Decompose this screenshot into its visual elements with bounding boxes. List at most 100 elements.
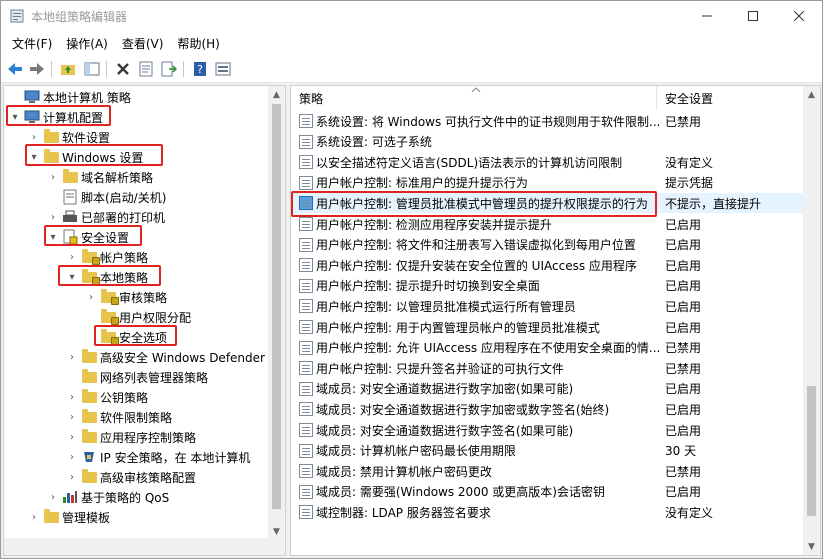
tree-item-label: 域名解析策略: [81, 170, 154, 185]
column-header-setting[interactable]: 安全设置: [665, 86, 805, 110]
collapse-icon[interactable]: ▾: [8, 110, 22, 124]
tree-item[interactable]: › 审核策略: [84, 287, 167, 307]
expand-icon[interactable]: ›: [65, 250, 79, 264]
policy-row[interactable]: 用户帐户控制: 标准用户的提升提示行为 提示凭据: [291, 173, 805, 193]
policy-row[interactable]: 用户帐户控制: 允许 UIAccess 应用程序在不使用安全桌面的情... 已禁用: [291, 338, 805, 358]
tree-item[interactable]: › 基于策略的 QoS: [46, 487, 169, 507]
tree-item[interactable]: ▾ Windows 设置: [27, 147, 143, 167]
menu-help[interactable]: 帮助(H): [171, 32, 225, 55]
policy-row[interactable]: 用户帐户控制: 提示提升时切换到安全桌面 已启用: [291, 276, 805, 296]
expand-icon[interactable]: ›: [65, 430, 79, 444]
policy-name: 用户帐户控制: 提示提升时切换到安全桌面: [316, 279, 540, 294]
folder-icon: [81, 388, 97, 405]
scroll-down-icon[interactable]: ▼: [803, 538, 820, 555]
policy-row[interactable]: 域成员: 需要强(Windows 2000 或更高版本)会话密钥 已启用: [291, 482, 805, 502]
policy-row[interactable]: 域成员: 对安全通道数据进行数字签名(如果可能) 已启用: [291, 420, 805, 440]
tree-horizontal-scrollbar[interactable]: [4, 538, 285, 555]
expand-icon[interactable]: ›: [65, 470, 79, 484]
minimize-button[interactable]: [684, 1, 730, 31]
tree-item[interactable]: › IP 安全策略，在 本地计算机: [65, 447, 250, 467]
expand-icon[interactable]: ›: [65, 390, 79, 404]
expand-icon[interactable]: ›: [46, 490, 60, 504]
expand-icon[interactable]: ›: [46, 170, 60, 184]
policy-row[interactable]: 用户帐户控制: 检测应用程序安装并提示提升 已启用: [291, 214, 805, 234]
policy-row[interactable]: 域成员: 禁用计算机帐户密码更改 已禁用: [291, 461, 805, 481]
tree-item[interactable]: ▾ 本地策略: [65, 267, 148, 287]
policy-row[interactable]: 域成员: 计算机帐户密码最长使用期限 30 天: [291, 441, 805, 461]
tree-item[interactable]: 本地计算机 策略: [8, 87, 131, 107]
folder-icon: [81, 348, 97, 365]
list-vertical-scrollbar[interactable]: ▲ ▼: [803, 86, 820, 555]
policy-row[interactable]: 域控制器: LDAP 服务器签名要求 没有定义: [291, 502, 805, 522]
expand-icon[interactable]: ›: [46, 210, 60, 224]
tree-item[interactable]: ▾ 计算机配置: [8, 107, 103, 127]
folder-up-icon: [61, 65, 75, 75]
policy-row[interactable]: 用户帐户控制: 只提升签名并验证的可执行文件 已禁用: [291, 358, 805, 378]
policy-setting-value: 已启用: [665, 238, 702, 253]
policy-row[interactable]: 用户帐户控制: 以管理员批准模式运行所有管理员 已启用: [291, 296, 805, 316]
collapse-icon[interactable]: ▾: [27, 150, 41, 164]
collapse-icon[interactable]: ▾: [46, 230, 60, 244]
tree-item[interactable]: › 软件限制策略: [65, 407, 172, 427]
expand-icon[interactable]: ›: [27, 130, 41, 144]
show-hide-tree-button[interactable]: [82, 59, 102, 79]
tree-item-label: IP 安全策略，在 本地计算机: [100, 450, 251, 465]
policy-row[interactable]: 以安全描述符定义语言(SDDL)语法表示的计算机访问限制 没有定义: [291, 152, 805, 172]
menu-file[interactable]: 文件(F): [6, 32, 58, 55]
up-level-button[interactable]: [58, 59, 78, 79]
delete-button[interactable]: [113, 59, 133, 79]
console-tree[interactable]: 本地计算机 策略 ▾ 计算机配置 › 软件设置 ▾ Windows 设置 › 域名解析策略 脚本(…: [3, 85, 286, 556]
tree-scroll-thumb[interactable]: [272, 104, 281, 509]
list-scroll-thumb[interactable]: [807, 386, 816, 516]
filter-button[interactable]: [213, 59, 233, 79]
policy-row[interactable]: 域成员: 对安全通道数据进行数字加密(如果可能) 已启用: [291, 379, 805, 399]
policy-name: 以安全描述符定义语言(SDDL)语法表示的计算机访问限制: [316, 155, 623, 170]
tree-item[interactable]: › 已部署的打印机: [46, 207, 165, 227]
tree-item[interactable]: ▾ 安全设置: [46, 227, 129, 247]
tree-item[interactable]: › 应用程序控制策略: [65, 427, 196, 447]
expand-icon[interactable]: ›: [84, 290, 98, 304]
tree-item[interactable]: › 公钥策略: [65, 387, 148, 407]
tree-item[interactable]: 网络列表管理器策略: [65, 367, 208, 387]
policy-row[interactable]: 系统设置: 可选子系统: [291, 132, 805, 152]
policy-row[interactable]: 系统设置: 将 Windows 可执行文件中的证书规则用于软件限制... 已禁用: [291, 111, 805, 131]
scroll-up-icon[interactable]: ▲: [803, 86, 820, 103]
close-button[interactable]: [776, 1, 822, 31]
toolbar-separator: [106, 61, 107, 77]
expand-icon[interactable]: ›: [65, 410, 79, 424]
tree-item[interactable]: › 帐户策略: [65, 247, 148, 267]
collapse-icon[interactable]: ▾: [65, 270, 79, 284]
policy-list[interactable]: 策略 安全设置 系统设置: 将 Windows 可执行文件中的证书规则用于软件限…: [290, 85, 821, 556]
tree-item[interactable]: › 高级安全 Windows Defender: [65, 347, 265, 367]
export-list-button[interactable]: [159, 59, 179, 79]
policy-row[interactable]: 用户帐户控制: 用于内置管理员帐户的管理员批准模式 已启用: [291, 317, 805, 337]
tree-item[interactable]: 脚本(启动/关机): [46, 187, 166, 207]
tree-item[interactable]: › 高级审核策略配置: [65, 467, 196, 487]
properties-button[interactable]: [136, 59, 156, 79]
menu-view[interactable]: 查看(V): [116, 32, 170, 55]
help-button[interactable]: ?: [190, 59, 210, 79]
policy-setting-value: 已禁用: [665, 341, 702, 356]
tree-item[interactable]: › 软件设置: [27, 127, 110, 147]
expand-icon[interactable]: ›: [27, 510, 41, 524]
forward-button[interactable]: [27, 59, 47, 79]
back-button[interactable]: [5, 59, 25, 79]
expand-icon[interactable]: ›: [65, 450, 79, 464]
tree-item[interactable]: 用户权限分配: [84, 307, 191, 327]
maximize-button[interactable]: [730, 1, 776, 31]
policy-row[interactable]: 用户帐户控制: 将文件和注册表写入错误虚拟化到每用户位置 已启用: [291, 235, 805, 255]
column-divider[interactable]: [656, 86, 657, 110]
tree-item[interactable]: › 管理模板: [27, 507, 110, 527]
tree-item-label: Windows 设置: [62, 150, 144, 165]
menu-action[interactable]: 操作(A): [60, 32, 114, 55]
expand-icon[interactable]: ›: [65, 350, 79, 364]
policy-row[interactable]: 域成员: 对安全通道数据进行数字加密或数字签名(始终) 已启用: [291, 399, 805, 419]
tree-vertical-scrollbar[interactable]: ▲ ▼: [268, 86, 285, 540]
tree-item[interactable]: 安全选项: [84, 327, 167, 347]
scroll-up-icon[interactable]: ▲: [268, 86, 285, 103]
properties-icon: [139, 61, 153, 77]
tree-item[interactable]: › 域名解析策略: [46, 167, 153, 187]
policy-row[interactable]: 用户帐户控制: 仅提升安装在安全位置的 UIAccess 应用程序 已启用: [291, 255, 805, 275]
policy-row[interactable]: 用户帐户控制: 管理员批准模式中管理员的提升权限提示的行为 不提示，直接提升: [291, 193, 805, 214]
policy-item-icon: [299, 423, 313, 437]
